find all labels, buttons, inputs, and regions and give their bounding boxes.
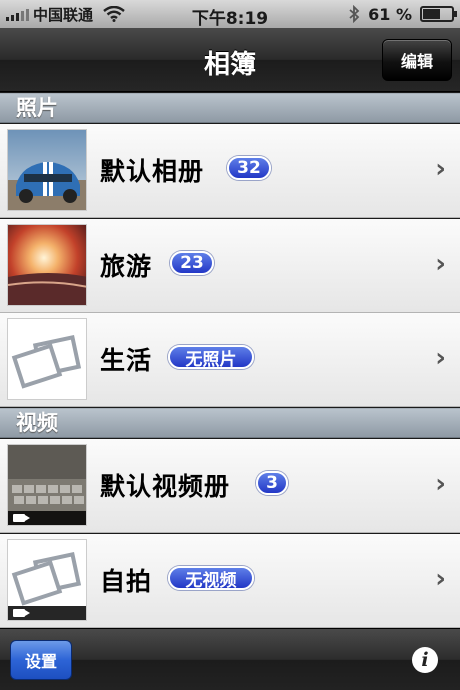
album-name: 生活 xyxy=(100,346,153,375)
video-camera-icon xyxy=(13,609,30,617)
section-header-videos: 视频 xyxy=(0,408,460,438)
video-camera-icon xyxy=(13,514,30,522)
album-thumbnail xyxy=(7,224,87,306)
album-thumbnail xyxy=(7,129,87,211)
album-row[interactable]: 旅游 23 › xyxy=(0,219,460,313)
album-count-badge: 无视频 xyxy=(168,566,254,591)
empty-album-icon xyxy=(7,318,87,400)
album-count-badge: 3 xyxy=(256,471,288,495)
settings-button[interactable]: 设置 xyxy=(10,640,72,680)
album-count-badge: 无照片 xyxy=(168,345,254,370)
section-header-photos: 照片 xyxy=(0,93,460,123)
album-row[interactable]: 默认相册 32 › xyxy=(0,124,460,218)
album-name: 默认视频册 xyxy=(100,472,231,501)
chevron-right-icon: › xyxy=(435,343,446,373)
album-name: 自拍 xyxy=(100,567,153,596)
chevron-right-icon: › xyxy=(435,154,446,184)
album-name: 默认相册 xyxy=(100,157,205,186)
chevron-right-icon: › xyxy=(435,564,446,594)
bluetooth-icon xyxy=(349,5,360,23)
battery-percent: 61 % xyxy=(368,4,412,24)
album-row[interactable]: 生活 无照片 › xyxy=(0,313,460,407)
info-icon[interactable]: i xyxy=(412,647,438,673)
bottom-toolbar: 设置 i xyxy=(0,628,460,690)
album-row[interactable]: 自拍 无视频 › xyxy=(0,534,460,628)
navigation-bar: 相簿 编辑 xyxy=(0,28,460,92)
video-thumbnail xyxy=(7,444,87,526)
edit-button[interactable]: 编辑 xyxy=(382,39,452,81)
album-name: 旅游 xyxy=(100,252,153,281)
battery-icon xyxy=(420,6,457,22)
album-row[interactable]: 默认视频册 3 › xyxy=(0,439,460,533)
empty-album-icon xyxy=(7,539,87,621)
status-bar: 中国联通 下午8:19 61 % xyxy=(0,0,460,29)
chevron-right-icon: › xyxy=(435,249,446,279)
video-strip xyxy=(8,511,86,525)
album-count-badge: 23 xyxy=(170,251,214,275)
album-count-badge: 32 xyxy=(227,156,271,180)
video-strip xyxy=(8,606,86,620)
chevron-right-icon: › xyxy=(435,469,446,499)
